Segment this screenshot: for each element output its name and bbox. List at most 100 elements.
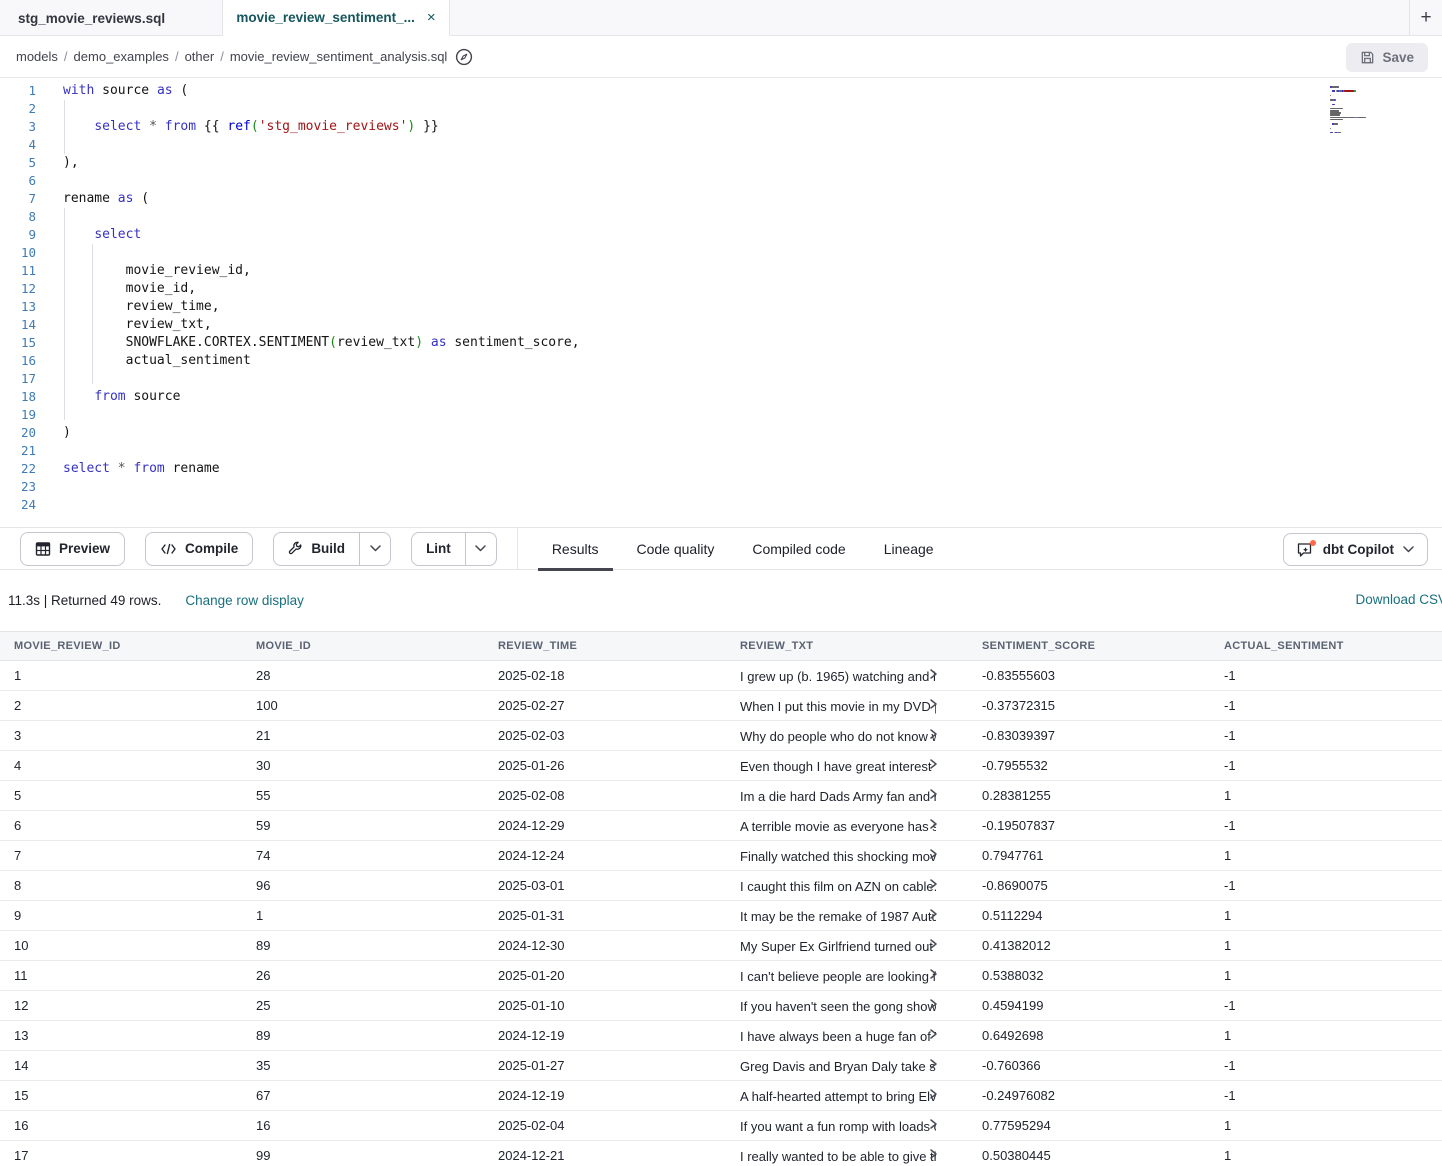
editor-line[interactable]: 11 movie_review_id, [0,262,1442,280]
breadcrumb-segment[interactable]: demo_examples [74,49,169,64]
editor-line[interactable]: 9 select [0,226,1442,244]
editor-line[interactable]: 3 select * from {{ ref('stg_movie_review… [0,118,1442,136]
expand-cell-chevron-icon[interactable] [928,819,938,829]
editor-line[interactable]: 22select * from rename [0,460,1442,478]
lint-button[interactable]: Lint [412,533,465,565]
editor-line[interactable]: 20) [0,424,1442,442]
expand-cell-chevron-icon[interactable] [928,1089,938,1099]
cell-sentiment-score: 0.7947761 [968,841,1210,871]
column-header-review_time[interactable]: REVIEW_TIME [484,632,726,661]
editor-line[interactable]: 10 [0,244,1442,262]
breadcrumb-segment[interactable]: models [16,49,58,64]
editor-line[interactable]: 12 movie_id, [0,280,1442,298]
expand-cell-chevron-icon[interactable] [928,879,938,889]
cell-review-txt: It may be the remake of 1987 Autumn'… [726,901,968,931]
cell-movie-review-id: 12 [0,991,242,1021]
expand-cell-chevron-icon[interactable] [928,1029,938,1039]
cell-review-time: 2024-12-24 [484,841,726,871]
editor-line[interactable]: 14 review_txt, [0,316,1442,334]
editor-line[interactable]: 15 SNOWFLAKE.CORTEX.SENTIMENT(review_txt… [0,334,1442,352]
result-tab-results[interactable]: Results [538,527,613,570]
expand-cell-chevron-icon[interactable] [928,999,938,1009]
breadcrumb-separator: / [220,49,224,64]
column-header-sentiment_score[interactable]: SENTIMENT_SCORE [968,632,1210,661]
line-number: 12 [0,280,36,298]
cell-sentiment-score: -0.19507837 [968,811,1210,841]
line-number: 16 [0,352,36,370]
table-row: 21002025-02-27When I put this movie in m… [0,691,1442,721]
editor-line[interactable]: 4 [0,136,1442,154]
results-table: MOVIE_REVIEW_IDMOVIE_IDREVIEW_TIMEREVIEW… [0,631,1442,1166]
result-tab-compiled-code[interactable]: Compiled code [738,527,859,570]
line-number: 3 [0,118,36,136]
editor-line[interactable]: 8 [0,208,1442,226]
expand-cell-chevron-icon[interactable] [928,789,938,799]
line-number: 1 [0,82,36,100]
file-tab-bar: stg_movie_reviews.sql movie_review_senti… [0,0,1442,36]
expand-cell-chevron-icon[interactable] [928,1059,938,1069]
expand-cell-chevron-icon[interactable] [928,909,938,919]
cell-movie-review-id: 14 [0,1051,242,1081]
editor-line[interactable]: 18 from source [0,388,1442,406]
cell-actual-sentiment: -1 [1210,661,1442,691]
editor-line[interactable]: 7rename as ( [0,190,1442,208]
download-csv-link[interactable]: Download CSV [1355,592,1442,607]
editor-line[interactable]: 24 [0,496,1442,514]
column-header-movie_review_id[interactable]: MOVIE_REVIEW_ID [0,632,242,661]
minimap[interactable] [1330,86,1397,139]
change-row-display-link[interactable]: Change row display [185,593,304,608]
editor-line[interactable]: 6 [0,172,1442,190]
close-tab-icon[interactable]: × [427,9,436,26]
result-tab-lineage[interactable]: Lineage [870,527,948,570]
cell-actual-sentiment: -1 [1210,1081,1442,1111]
cell-review-time: 2025-01-20 [484,961,726,991]
review-text: My Super Ex Girlfriend turned out to b… [740,939,936,954]
dbt-copilot-button[interactable]: dbt Copilot [1283,533,1428,566]
lint-dropdown-chevron[interactable] [465,533,496,565]
editor-line[interactable]: 21 [0,442,1442,460]
expand-cell-chevron-icon[interactable] [928,1149,938,1159]
editor-line[interactable]: 2 [0,100,1442,118]
column-header-review_txt[interactable]: REVIEW_TXT [726,632,968,661]
build-dropdown-chevron[interactable] [359,533,390,565]
cell-movie-review-id: 4 [0,751,242,781]
editor-line[interactable]: 16 actual_sentiment [0,352,1442,370]
file-tab-movie-review-sentiment[interactable]: movie_review_sentiment_... × [223,0,450,36]
minimap-line [1330,136,1397,138]
cell-sentiment-score: 0.50380445 [968,1141,1210,1166]
expand-cell-chevron-icon[interactable] [928,669,938,679]
breadcrumb-row: models/demo_examples/other/movie_review_… [0,36,1442,78]
column-header-movie_id[interactable]: MOVIE_ID [242,632,484,661]
expand-cell-chevron-icon[interactable] [928,699,938,709]
editor-line[interactable]: 19 [0,406,1442,424]
build-button[interactable]: Build [274,533,359,565]
editor-line[interactable]: 5), [0,154,1442,172]
expand-cell-chevron-icon[interactable] [928,969,938,979]
docs-compass-icon[interactable] [455,48,473,66]
editor-line[interactable]: 23 [0,478,1442,496]
expand-cell-chevron-icon[interactable] [928,939,938,949]
file-tab-stg-movie-reviews[interactable]: stg_movie_reviews.sql [0,0,223,36]
copilot-chat-sparkle-icon [1297,542,1314,558]
line-number: 19 [0,406,36,424]
review-text: If you haven't seen the gong show TV s… [740,999,936,1014]
review-text: A terrible movie as everyone has said. … [740,819,936,834]
result-tab-code-quality[interactable]: Code quality [623,527,729,570]
expand-cell-chevron-icon[interactable] [928,849,938,859]
breadcrumb-segment[interactable]: other [185,49,215,64]
editor-line[interactable]: 17 [0,370,1442,388]
code-editor[interactable]: 1with source as (23 select * from {{ ref… [0,78,1442,527]
save-button[interactable]: Save [1346,43,1428,72]
expand-cell-chevron-icon[interactable] [928,729,938,739]
editor-line[interactable]: 1with source as ( [0,82,1442,100]
code-line-text: select [36,226,141,244]
expand-cell-chevron-icon[interactable] [928,1119,938,1129]
expand-cell-chevron-icon[interactable] [928,759,938,769]
copilot-label: dbt Copilot [1323,542,1394,557]
build-label: Build [311,541,345,556]
editor-line[interactable]: 13 review_time, [0,298,1442,316]
column-header-actual_sentiment[interactable]: ACTUAL_SENTIMENT [1210,632,1442,661]
preview-button[interactable]: Preview [20,532,125,566]
new-tab-button[interactable]: + [1409,0,1442,35]
compile-button[interactable]: Compile [145,532,253,566]
